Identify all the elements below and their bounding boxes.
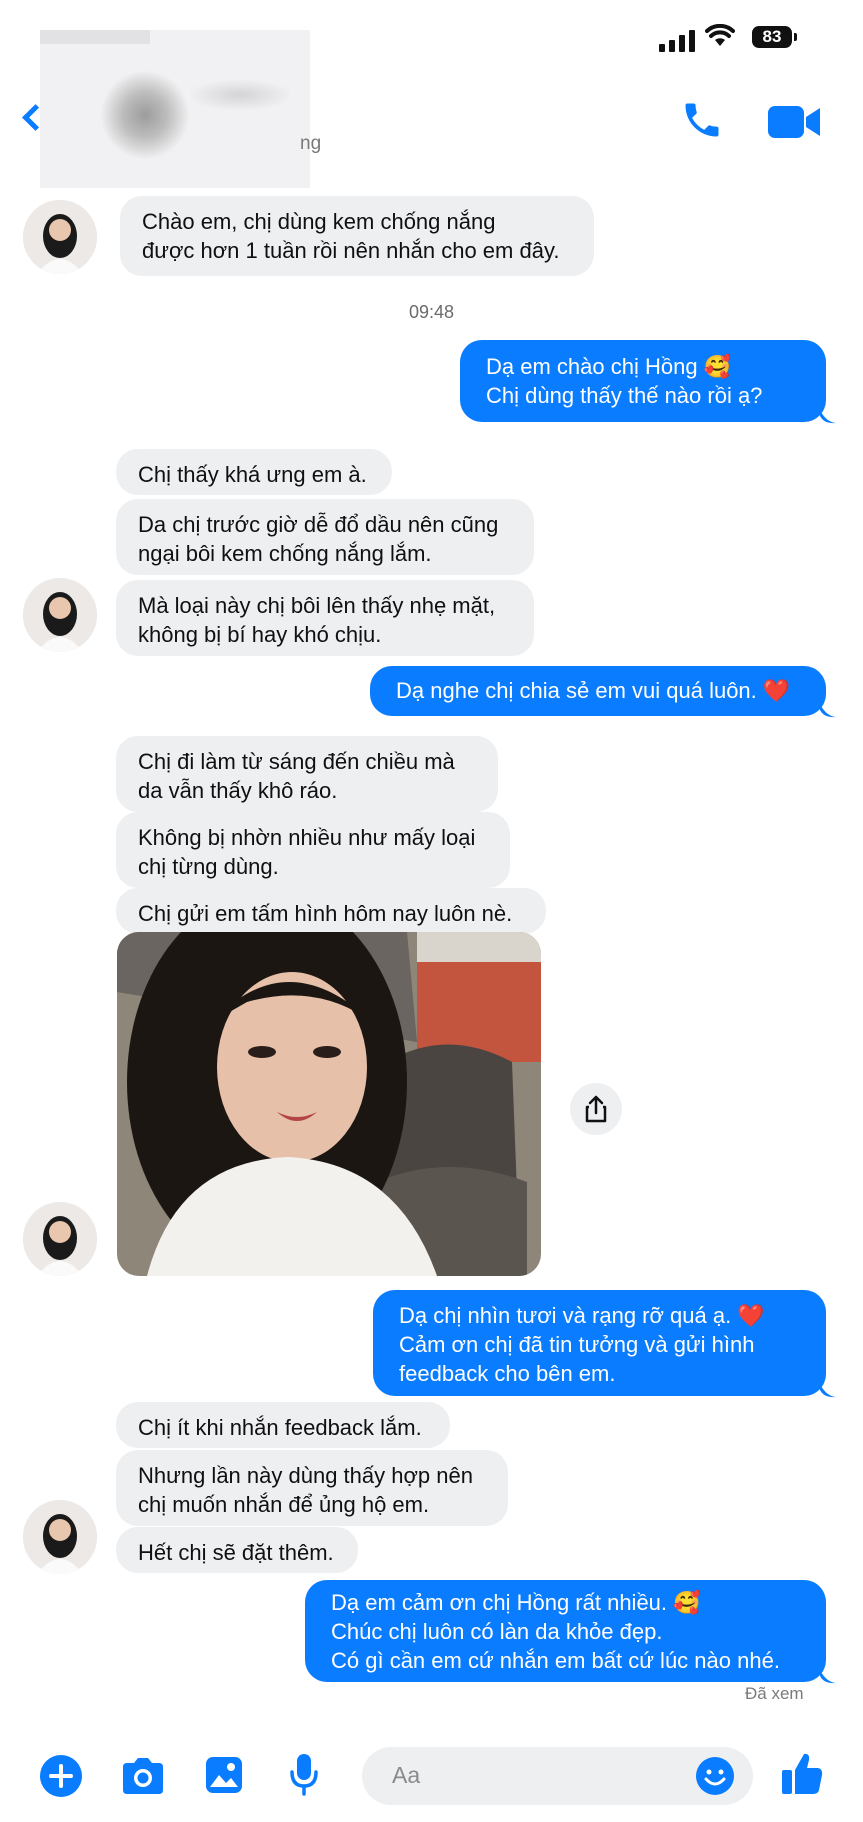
seen-receipt: Đã xem — [745, 1684, 804, 1703]
message-outgoing[interactable]: Dạ em cảm ơn chị Hồng rất nhiều. 🥰 Chúc … — [305, 1580, 826, 1682]
bubble-tail — [820, 410, 836, 424]
bubble-tail — [820, 704, 836, 718]
emoji-icon[interactable] — [695, 1756, 735, 1796]
message-input-placeholder: Aa — [392, 1762, 421, 1788]
phone-icon[interactable] — [680, 98, 724, 142]
message-incoming[interactable]: Chào em, chị dùng kem chống nắng được hơ… — [120, 196, 594, 276]
avatar[interactable] — [23, 1202, 97, 1276]
message-incoming[interactable]: Chị gửi em tấm hình hôm nay luôn nè. — [116, 888, 546, 934]
message-incoming[interactable]: Chị ít khi nhắn feedback lắm. — [116, 1402, 450, 1448]
contact-status: ng — [300, 133, 322, 154]
gallery-icon[interactable] — [204, 1755, 244, 1795]
blurred-contact-info — [40, 30, 310, 188]
shared-photo[interactable] — [117, 932, 541, 1276]
wifi-icon — [705, 24, 735, 46]
share-button[interactable] — [570, 1083, 622, 1135]
like-icon[interactable] — [780, 1750, 824, 1798]
signal-icon — [659, 30, 695, 52]
avatar[interactable] — [23, 1500, 97, 1574]
message-input[interactable]: Aa — [362, 1747, 753, 1805]
avatar[interactable] — [23, 200, 97, 274]
message-outgoing[interactable]: Dạ nghe chị chia sẻ em vui quá luôn. ❤️ — [370, 666, 826, 716]
plus-icon[interactable] — [38, 1753, 84, 1799]
message-incoming[interactable]: Chị đi làm từ sáng đến chiều mà da vẫn t… — [116, 736, 498, 812]
share-icon — [585, 1095, 607, 1123]
battery-icon: 83 — [752, 26, 797, 48]
video-icon[interactable] — [768, 104, 822, 140]
camera-icon[interactable] — [120, 1755, 166, 1797]
message-timestamp: 09:48 — [408, 302, 455, 322]
message-incoming[interactable]: Không bị nhờn nhiều như mấy loại chị từn… — [116, 812, 510, 888]
message-outgoing[interactable]: Dạ em chào chị Hồng 🥰 Chị dùng thấy thế … — [460, 340, 826, 422]
message-incoming[interactable]: Hết chị sẽ đặt thêm. — [116, 1527, 358, 1573]
message-incoming[interactable]: Chị thấy khá ưng em à. — [116, 449, 392, 495]
message-incoming[interactable]: Nhưng lần này dùng thấy hợp nên chị muốn… — [116, 1450, 508, 1526]
bubble-tail — [820, 1384, 836, 1398]
message-outgoing[interactable]: Dạ chị nhìn tươi và rạng rỡ quá ạ. ❤️ Cả… — [373, 1290, 826, 1396]
avatar[interactable] — [23, 578, 97, 652]
message-incoming[interactable]: Mà loại này chị bôi lên thấy nhẹ mặt, kh… — [116, 580, 534, 656]
bubble-tail — [820, 1670, 836, 1684]
microphone-icon[interactable] — [288, 1752, 320, 1798]
message-incoming[interactable]: Da chị trước giờ dễ đổ dầu nên cũng ngại… — [116, 499, 534, 575]
